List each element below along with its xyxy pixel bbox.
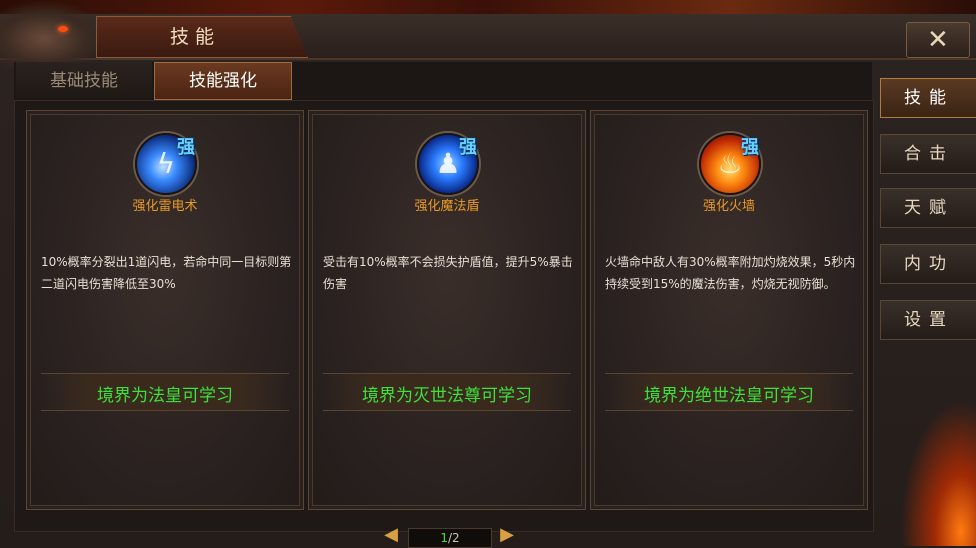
pagination: ◀ 1/2 ▶ xyxy=(380,524,520,548)
skill-description: 火墙命中敌人有30%概率附加灼烧效果，5秒内持续受到15%的魔法伤害，灼烧无视防… xyxy=(605,255,856,291)
skill-description: 受击有10%概率不会损失护盾值，提升5%暴击伤害 xyxy=(323,255,573,291)
side-tab-inner-power[interactable]: 内功 xyxy=(880,244,976,284)
enhance-badge: 强 xyxy=(741,137,759,158)
skill-requirement: 境界为法皇可学习 xyxy=(97,386,233,406)
skill-card: ♟ 强 强化魔法盾 受击有10%概率不会损失护盾值，提升5%暴击伤害 境界为灭世… xyxy=(308,110,586,510)
skill-card: ♨ 强 强化火墙 火墙命中敌人有30%概率附加灼烧效果，5秒内持续受到15%的魔… xyxy=(590,110,868,510)
close-icon: ✕ xyxy=(927,25,949,55)
side-menu: 技能 合击 天赋 内功 设置 xyxy=(876,62,976,542)
skill-description: 10%概率分裂出1道闪电，若命中同一目标则第二道闪电伤害降低至30% xyxy=(41,255,292,291)
skill-card: ϟ 强 强化雷电术 10%概率分裂出1道闪电，若命中同一目标则第二道闪电伤害降低… xyxy=(26,110,304,510)
requirement-bar: 境界为绝世法皇可学习 xyxy=(605,373,853,411)
prev-page-icon[interactable]: ◀ xyxy=(380,524,402,546)
tab-basic-skills[interactable]: 基础技能 xyxy=(16,62,152,100)
skill-requirement: 境界为灭世法尊可学习 xyxy=(362,386,532,406)
enhance-badge: 强 xyxy=(459,137,477,158)
tab-skill-enhance[interactable]: 技能强化 xyxy=(154,62,292,100)
total-pages: 2 xyxy=(452,531,460,545)
side-tab-skills[interactable]: 技能 xyxy=(880,78,976,118)
skill-name: 强化雷电术 xyxy=(132,199,198,214)
requirement-bar: 境界为灭世法尊可学习 xyxy=(323,373,571,411)
close-button[interactable]: ✕ xyxy=(906,22,970,58)
requirement-bar: 境界为法皇可学习 xyxy=(41,373,289,411)
window-title: 技能 xyxy=(169,26,220,48)
current-page: 1 xyxy=(440,531,448,545)
enhance-badge: 强 xyxy=(177,137,195,158)
dragon-eye xyxy=(58,26,68,32)
side-tab-settings[interactable]: 设置 xyxy=(880,300,976,340)
tab-bar: 基础技能 技能强化 xyxy=(14,62,872,101)
dragon-ornament-icon xyxy=(0,0,110,70)
side-tab-talent[interactable]: 天赋 xyxy=(880,188,976,228)
skill-name: 强化火墙 xyxy=(702,199,755,214)
side-tab-combo[interactable]: 合击 xyxy=(880,134,976,174)
skill-name: 强化魔法盾 xyxy=(414,199,480,214)
page-indicator: 1/2 xyxy=(408,528,492,548)
next-page-icon[interactable]: ▶ xyxy=(496,524,518,546)
skill-requirement: 境界为绝世法皇可学习 xyxy=(644,386,814,406)
